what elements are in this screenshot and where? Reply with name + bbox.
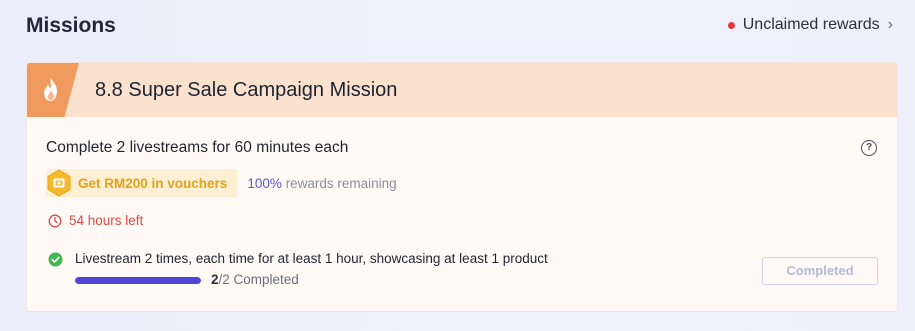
page-title: Missions [26,14,116,37]
mission-card: 8.8 Super Sale Campaign Mission Complete… [26,62,898,312]
progress-bar [75,277,201,284]
reward-label: Get RM200 in vouchers [78,175,228,191]
voucher-badge-icon [47,169,71,197]
reward-badge: Get RM200 in vouchers [46,169,238,197]
notification-dot [727,21,735,29]
missions-header: Missions Unclaimed rewards › [26,12,893,42]
remaining-label: rewards remaining [285,175,397,191]
progress-count: 2/2 Completed [211,272,299,287]
requirement-label: Livestream 2 times, each time for at lea… [75,251,548,266]
task-title: Complete 2 livestreams for 60 minutes ea… [46,139,349,156]
chevron-right-icon: › [887,16,893,33]
clock-icon [48,214,62,227]
unclaimed-rewards-label: Unclaimed rewards [742,16,880,33]
flame-icon [44,77,57,101]
mission-card-header: 8.8 Super Sale Campaign Mission [27,63,897,117]
progress-total: /2 Completed [218,272,299,287]
unclaimed-rewards-link[interactable]: Unclaimed rewards › [727,16,893,34]
time-left: 54 hours left [48,213,143,228]
rewards-remaining: 100% rewards remaining [247,176,396,191]
help-icon[interactable]: ? [861,140,877,156]
remaining-percent: 100% [247,175,282,191]
progress-done: 2 [211,272,219,287]
time-left-label: 54 hours left [69,213,144,228]
completed-button[interactable]: Completed [762,257,878,285]
progress-fill [75,277,201,284]
mission-title: 8.8 Super Sale Campaign Mission [95,79,398,101]
check-circle-icon [48,252,63,267]
reward-row: Get RM200 in vouchers 100% rewards remai… [46,168,397,198]
